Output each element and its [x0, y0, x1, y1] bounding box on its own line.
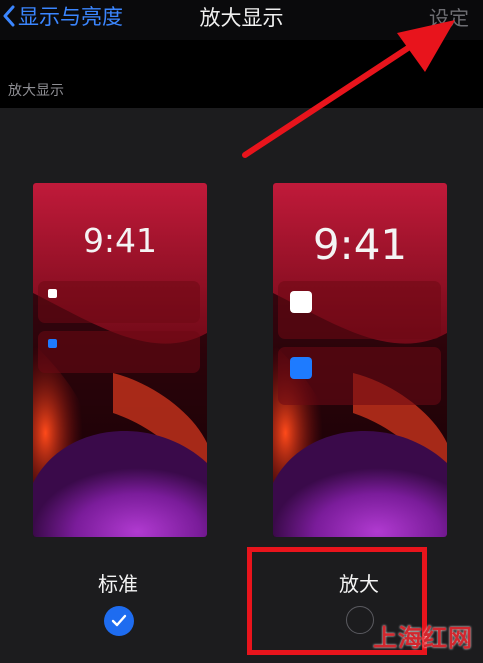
watermark-text: 上海红网	[373, 624, 473, 652]
annotation-arrow	[242, 20, 455, 158]
